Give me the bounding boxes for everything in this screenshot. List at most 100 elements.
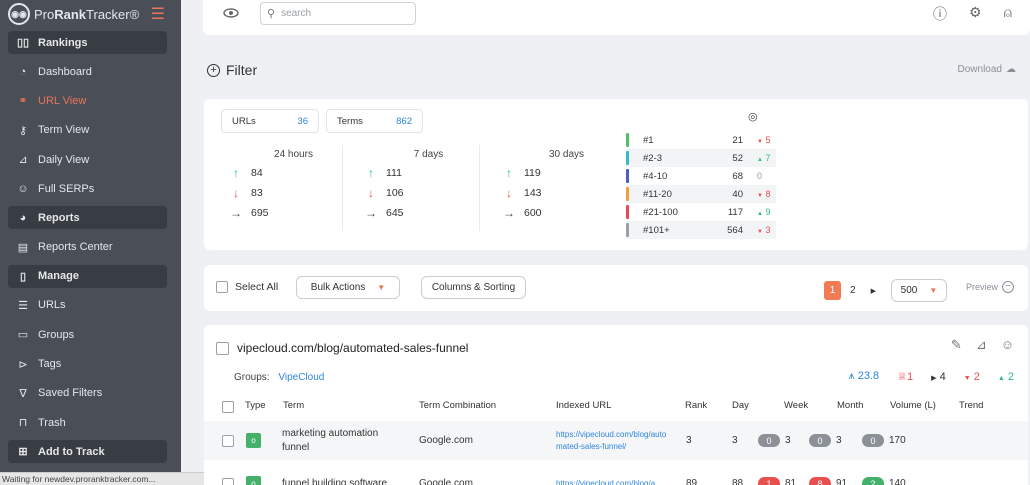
rank-row[interactable]: #101+ 564 ▼ 3 xyxy=(626,221,776,239)
sidebar-item-reports[interactable]: ◕ Reports xyxy=(8,206,167,230)
column-header-day[interactable]: Day xyxy=(732,400,749,411)
group-link[interactable]: VipeCloud xyxy=(278,372,324,383)
select-all-checkbox[interactable] xyxy=(216,281,228,293)
table-select-checkbox[interactable] xyxy=(222,401,234,413)
rank-row[interactable]: #4-10 68 0 xyxy=(626,167,776,185)
minus-circle-icon: − xyxy=(1002,281,1014,293)
url-actions: ✎ ⊿ ☺ xyxy=(951,337,1014,353)
select-all-label: Select All xyxy=(235,281,279,293)
sidebar-item-add-to-track[interactable]: ⊞ Add to Track xyxy=(8,440,167,464)
chart-icon[interactable]: ⊿ xyxy=(976,337,987,353)
sidebar-item-rankings[interactable]: ▯▯ Rankings xyxy=(8,31,167,54)
sidebar-item-url-view[interactable]: ⚭ URL View xyxy=(0,86,181,115)
column-header-rank[interactable]: Rank xyxy=(685,400,707,411)
filter-toggle[interactable]: + Filter xyxy=(207,62,257,78)
select-all[interactable]: Select All xyxy=(216,281,278,293)
period-down-row[interactable]: ↓ 143 xyxy=(494,183,629,203)
period-down-row[interactable]: ↓ 83 xyxy=(221,183,356,203)
rank-color-bar xyxy=(626,187,629,201)
indexed-url-link[interactable]: https://vipecloud.com/blog/automated-sal… xyxy=(556,421,668,460)
table-row[interactable]: o marketing automation funnel Google.com… xyxy=(204,421,1028,460)
next-page-icon[interactable]: ▶ xyxy=(871,287,876,295)
rank-count: 117 xyxy=(727,206,743,218)
column-header-trend[interactable]: Trend xyxy=(959,400,983,411)
hamburger-menu-icon[interactable]: ☰ xyxy=(151,4,165,24)
sidebar-item-saved-filters[interactable]: ∇ Saved Filters xyxy=(0,379,181,408)
page-1-button[interactable]: 1 xyxy=(824,281,841,300)
month-change-chip: 8 xyxy=(809,477,831,485)
rank-row[interactable]: #11-20 40 ▼ 8 xyxy=(626,185,776,203)
edit-icon[interactable]: ✎ xyxy=(951,337,962,353)
sidebar-item-full-serps[interactable]: ☺ Full SERPs xyxy=(0,174,181,203)
row-checkbox[interactable] xyxy=(222,477,234,485)
page-2-button[interactable]: 2 xyxy=(850,285,856,296)
column-header-type[interactable]: Type xyxy=(245,400,266,411)
term-cell[interactable]: marketing automation funnel xyxy=(282,421,402,460)
row-checkbox[interactable] xyxy=(222,434,234,447)
logo[interactable]: ◉◉ ProRankTracker® ☰ xyxy=(0,0,181,28)
rank-row[interactable]: #21-100 117 ▲ 9 xyxy=(626,203,776,221)
column-header-month[interactable]: Month xyxy=(837,400,863,411)
term-cell[interactable]: funnel building software xyxy=(282,464,402,485)
period-down-row[interactable]: ↓ 106 xyxy=(356,183,491,203)
sidebar-item-term-view[interactable]: ⚷ Term View xyxy=(0,116,181,145)
period-same-row[interactable]: → 645 xyxy=(356,203,491,223)
indexed-url-link[interactable]: https://vipecloud.com/blog/a xyxy=(556,464,668,485)
help-icon[interactable]: ⓘ xyxy=(933,4,947,24)
period-up-row[interactable]: ↑ 84 xyxy=(221,163,356,183)
filter-title: Filter xyxy=(226,62,258,78)
rank-label: #21-100 xyxy=(643,206,678,218)
download-label: Download xyxy=(957,64,1002,75)
period-up-value: 111 xyxy=(386,167,402,179)
eye-icon[interactable] xyxy=(223,8,239,18)
urls-pill[interactable]: URLs 36 xyxy=(221,109,319,133)
period-up-value: 84 xyxy=(251,167,263,179)
period-column: 7 days ↑ 111 ↓ 106 → 645 xyxy=(356,149,491,223)
period-same-row[interactable]: → 695 xyxy=(221,203,356,223)
sidebar-item-reports-center[interactable]: ▤ Reports Center xyxy=(0,232,181,261)
terms-pill[interactable]: Terms 862 xyxy=(326,109,423,133)
column-header-term-combination[interactable]: Term Combination xyxy=(419,400,496,411)
url-checkbox[interactable] xyxy=(216,341,229,355)
volume-cell: 2 140 xyxy=(862,464,906,485)
rank-row[interactable]: #2-3 52 ▲ 7 xyxy=(626,149,776,167)
sidebar-item-label: Tags xyxy=(38,358,62,371)
sidebar-item-tags[interactable]: ⊳ Tags xyxy=(0,349,181,378)
gauge-icon[interactable]: ◎ xyxy=(748,110,758,123)
period-same-row[interactable]: → 600 xyxy=(494,203,629,223)
bulk-actions-button[interactable]: Bulk Actions ▼ xyxy=(296,276,400,299)
table-row[interactable]: o funnel building software Google.com ht… xyxy=(204,464,1028,485)
column-header-volume-l[interactable]: Volume (L) xyxy=(890,400,936,411)
period-up-row[interactable]: ↑ 111 xyxy=(356,163,491,183)
url-title[interactable]: vipecloud.com/blog/automated-sales-funne… xyxy=(237,341,468,355)
rank-row[interactable]: #1 21 ▼ 5 xyxy=(626,131,776,149)
sidebar-item-groups[interactable]: ▭ Groups xyxy=(0,320,181,349)
per-page-select[interactable]: 500 ▼ xyxy=(890,279,947,302)
dashboard-icon: ◔ xyxy=(19,65,27,78)
plus-circle-icon: + xyxy=(207,63,220,77)
rank-color-bar xyxy=(626,151,629,165)
columns-sorting-button[interactable]: Columns & Sorting xyxy=(421,276,526,299)
search-input[interactable]: search xyxy=(281,8,311,19)
sidebar-item-trash[interactable]: ⊓ Trash xyxy=(0,408,181,437)
down-stat: ▼ 2 xyxy=(963,370,980,383)
column-header-week[interactable]: Week xyxy=(784,400,808,411)
sidebar-item-label: Manage xyxy=(38,270,79,283)
urls-label: URLs xyxy=(232,115,256,127)
user-icon[interactable]: ⍝ xyxy=(1004,4,1012,24)
sidebar-item-daily-view[interactable]: ⊿ Daily View xyxy=(0,145,181,174)
rank-count: 68 xyxy=(732,170,743,182)
gear-icon[interactable]: ⚙ xyxy=(969,4,982,24)
preview-toggle[interactable]: Preview − xyxy=(966,281,1014,293)
divider xyxy=(479,145,480,231)
robot-icon[interactable]: ☺ xyxy=(1001,337,1014,353)
period-up-row[interactable]: ↑ 119 xyxy=(494,163,629,183)
sidebar-item-urls[interactable]: ☰ URLs xyxy=(0,291,181,320)
sidebar-item-manage[interactable]: ▯ Manage xyxy=(8,264,167,288)
rank-change: ▼ 3 xyxy=(757,225,771,235)
column-header-indexed-url[interactable]: Indexed URL xyxy=(556,400,611,411)
sidebar-item-dashboard[interactable]: ◔ Dashboard xyxy=(0,57,181,86)
download-button[interactable]: Download ☁ xyxy=(958,64,1016,75)
search-box[interactable]: ⚲ search xyxy=(260,2,416,25)
column-header-term[interactable]: Term xyxy=(283,400,304,411)
